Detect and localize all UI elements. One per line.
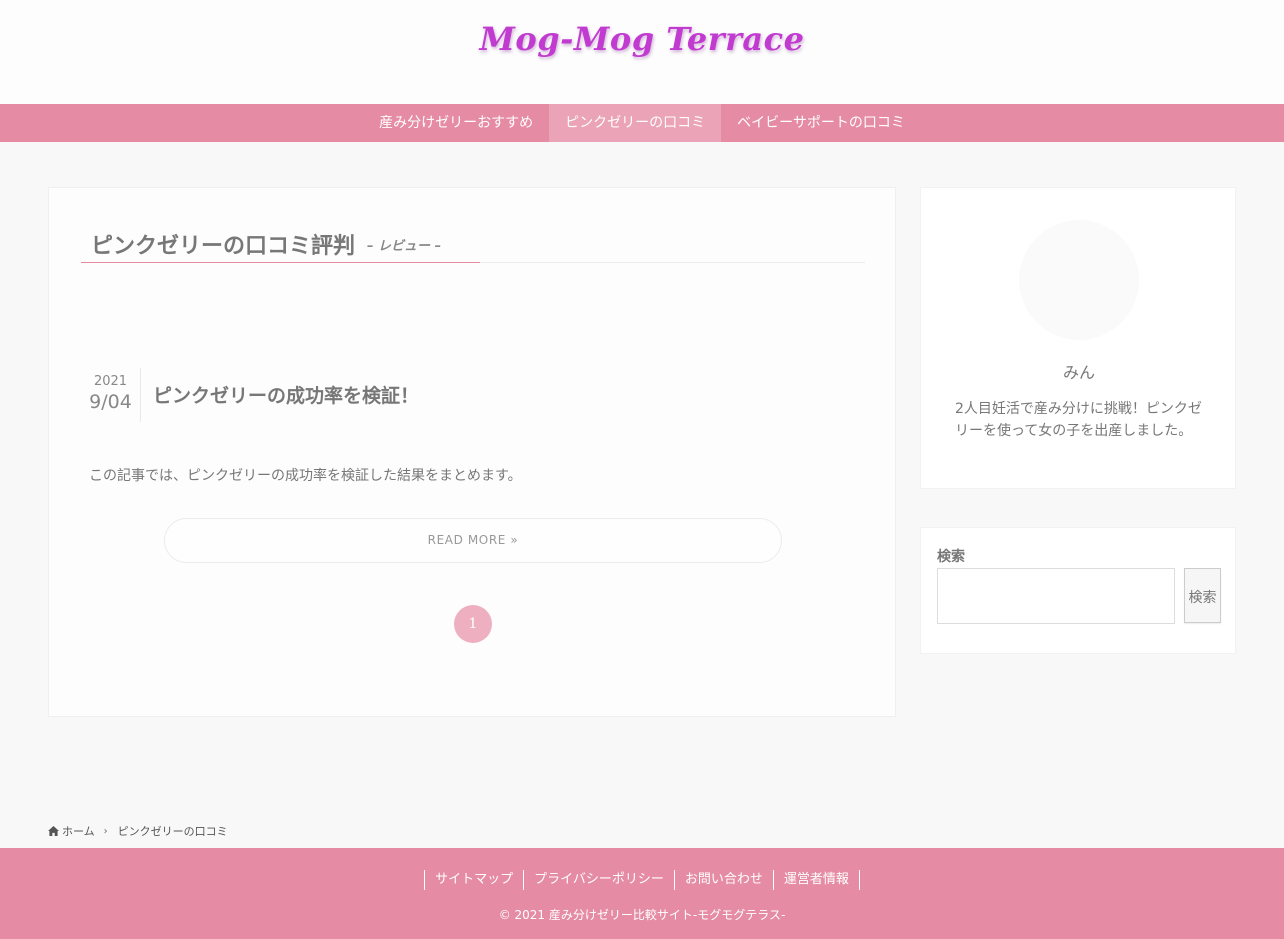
search-widget: 検索 検索: [920, 527, 1236, 654]
site-footer: サイトマップ プライバシーポリシー お問い合わせ 運営者情報 © 2021 産み…: [0, 848, 1284, 939]
copyright: © 2021 産み分けゼリー比較サイト-モグモグテラス-: [498, 908, 786, 922]
search-input[interactable]: [937, 568, 1175, 624]
post-date: 2021 9/04: [81, 368, 141, 422]
profile-description: 2人目妊活で産み分けに挑戦！ピンクゼリーを使って女の子を出産しました。: [955, 401, 1202, 439]
footer-link-privacy-policy[interactable]: プライバシーポリシー: [523, 870, 674, 890]
global-nav: 産み分けゼリーおすすめ ピンクゼリーの口コミ ベイビーサポートの口コミ: [0, 104, 1284, 142]
site-logo-text[interactable]: Mog-Mog Terrace: [472, 18, 813, 60]
breadcrumb: ホーム › ピンクゼリーの口コミ: [48, 823, 228, 839]
footer-link-operator-info[interactable]: 運営者情報: [772, 870, 860, 890]
post-title-link[interactable]: ピンクゼリーの成功率を検証！: [153, 381, 419, 408]
nav-item-pink-jelly-reviews[interactable]: ピンクゼリーの口コミ: [549, 104, 722, 142]
archive-title: ピンクゼリーの口コミ評判 – レビュー –: [81, 228, 480, 263]
nav-item-baby-support-reviews[interactable]: ベイビーサポートの口コミ: [721, 104, 921, 142]
read-more-button[interactable]: READ MORE »: [164, 518, 782, 563]
page-title: ピンクゼリーの口コミ評判: [91, 234, 356, 259]
archive-title-bar: ピンクゼリーの口コミ評判 – レビュー –: [81, 228, 865, 263]
footer-links: サイトマップ プライバシーポリシー お問い合わせ 運営者情報: [0, 870, 1284, 890]
post-excerpt: この記事では、ピンクゼリーの成功率を検証した結果をまとめます。: [89, 468, 522, 484]
site-logo[interactable]: Mog-Mog Terrace: [0, 18, 1284, 60]
breadcrumb-current: ピンクゼリーの口コミ: [117, 825, 228, 838]
footer-link-sitemap[interactable]: サイトマップ: [424, 870, 523, 890]
avatar: [1019, 220, 1139, 340]
footer-link-contact[interactable]: お問い合わせ: [673, 870, 773, 890]
pagination-current-page[interactable]: 1: [454, 605, 492, 643]
site-header: Mog-Mog Terrace: [0, 0, 1284, 104]
search-widget-title: 検索: [937, 549, 965, 565]
search-button[interactable]: 検索: [1184, 568, 1221, 623]
post-year: 2021: [93, 374, 128, 389]
breadcrumb-home-link[interactable]: ホーム: [62, 823, 95, 839]
post-month-day: 9/04: [89, 391, 132, 413]
chevron-right-icon: ›: [103, 825, 108, 837]
profile-widget: みん 2人目妊活で産み分けに挑戦！ピンクゼリーを使って女の子を出産しました。: [920, 187, 1236, 489]
profile-name: みん: [1062, 363, 1095, 382]
main-content: ピンクゼリーの口コミ評判 – レビュー – 2021 9/04 ピンクゼリーの成功…: [48, 187, 896, 717]
home-icon: [48, 826, 59, 836]
nav-item-recommend[interactable]: 産み分けゼリーおすすめ: [363, 104, 549, 142]
page-subtitle: – レビュー –: [367, 238, 442, 254]
